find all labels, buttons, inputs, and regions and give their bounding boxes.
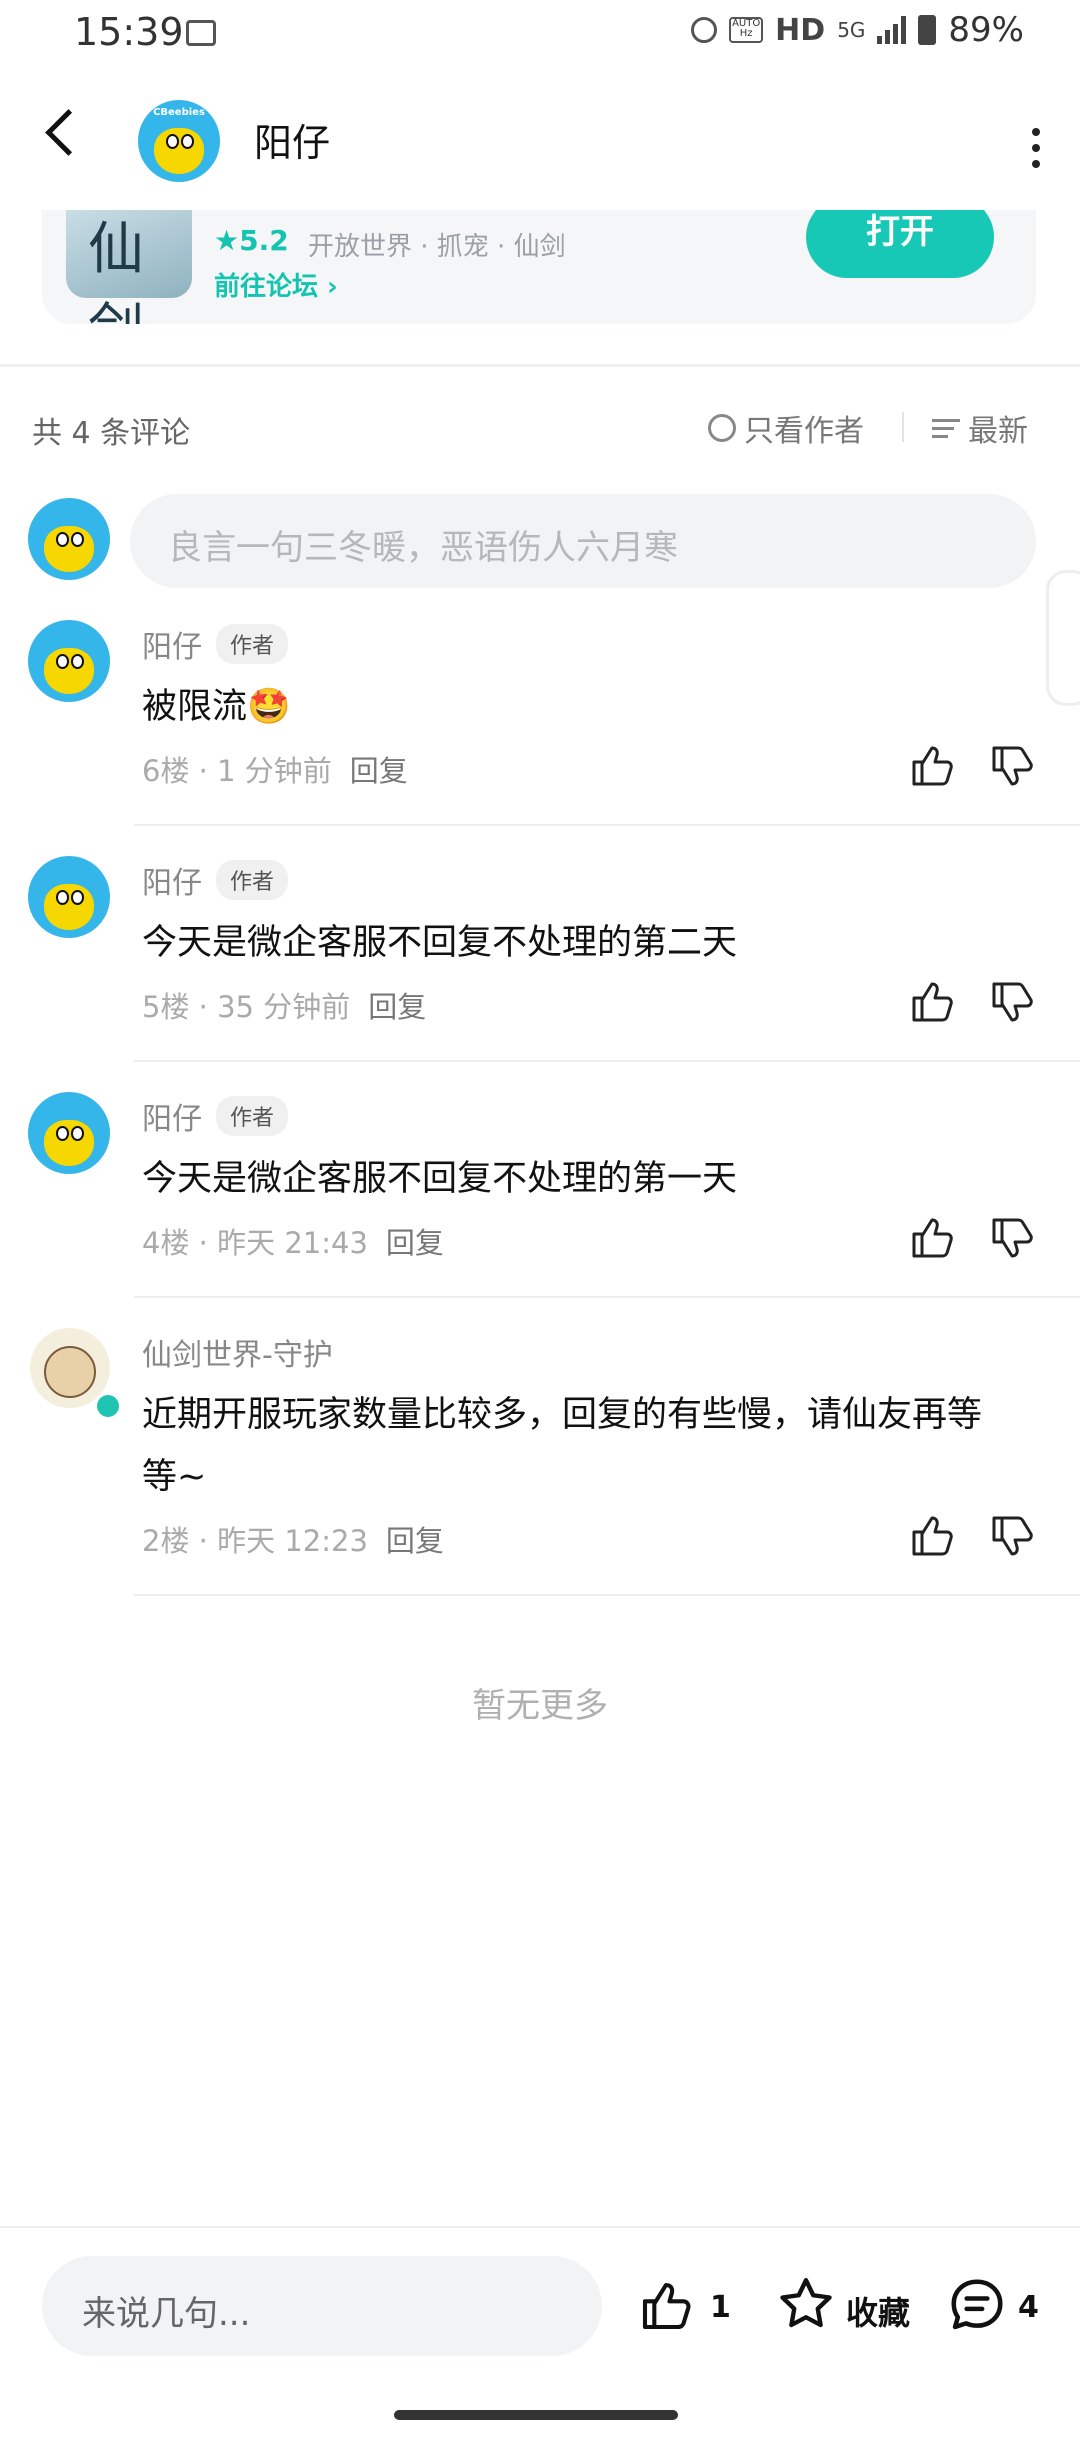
only-author-toggle[interactable]: 只看作者 xyxy=(708,406,864,450)
comment-text: 今天是微企客服不回复不处理的第二天 xyxy=(142,923,738,963)
comment-meta: 2楼 · 昨天 12:23 回复 xyxy=(142,1518,444,1560)
reply-button[interactable]: 回复 xyxy=(386,1220,444,1262)
comment-text: 被限流🤩 xyxy=(142,687,291,727)
bottom-input-placeholder: 来说几句... xyxy=(82,2294,251,2334)
refresh-rate-icon: AUTO Hz xyxy=(729,17,764,43)
sort-button[interactable]: 最新 xyxy=(932,406,1028,450)
thumbs-down-icon[interactable] xyxy=(988,742,1036,790)
like-count: 1 xyxy=(710,2290,731,2325)
my-avatar xyxy=(28,498,110,580)
comment-meta: 6楼 · 1 分钟前 回复 xyxy=(142,748,408,790)
commenter-avatar[interactable] xyxy=(28,620,110,702)
status-bar: 15:39 AUTO Hz HD 5G 89% xyxy=(0,0,1080,70)
side-handle[interactable] xyxy=(1046,570,1080,706)
comment-count: 共 4 条评论 xyxy=(32,416,191,451)
alarm-icon xyxy=(691,17,718,43)
commenter-name[interactable]: 阳仔 xyxy=(142,858,202,902)
app-tags: 开放世界 · 抓宠 · 仙剑 xyxy=(308,232,566,262)
image-icon xyxy=(186,20,216,46)
home-indicator[interactable] xyxy=(394,2410,678,2420)
avatar-text: CBeebies xyxy=(153,106,205,118)
battery-icon xyxy=(918,15,937,45)
comment-header: 阳仔 作者 xyxy=(142,858,289,902)
comment-divider xyxy=(134,1594,1080,1596)
comment-text-line1: 近期开服玩家数量比较多，回复的有些慢，请仙友再等 xyxy=(142,1395,983,1435)
hd-indicator: HD xyxy=(775,12,826,48)
battery-percent: 89% xyxy=(948,10,1024,50)
author-badge: 作者 xyxy=(216,1096,289,1136)
thumbs-up-icon[interactable] xyxy=(908,1512,956,1560)
sort-label: 最新 xyxy=(968,414,1028,449)
comment-floor-time: 5楼 · 35 分钟前 xyxy=(142,990,351,1024)
comment-meta: 4楼 · 昨天 21:43 回复 xyxy=(142,1220,444,1262)
comment-header: 仙剑世界-守护 xyxy=(142,1330,333,1374)
comment-divider xyxy=(134,824,1080,826)
commenter-name[interactable]: 阳仔 xyxy=(142,1094,202,1138)
comment-divider xyxy=(134,1296,1080,1298)
commenter-name[interactable]: 仙剑世界-守护 xyxy=(142,1338,333,1373)
comment-divider xyxy=(134,1060,1080,1062)
favorite-label[interactable]: 收藏 xyxy=(846,2288,910,2334)
top-header: CBeebies 阳仔 xyxy=(0,70,1080,210)
thumbs-down-icon[interactable] xyxy=(988,978,1036,1026)
back-icon[interactable] xyxy=(45,109,92,156)
commenter-avatar[interactable] xyxy=(28,856,110,938)
no-more-label: 暂无更多 xyxy=(472,1686,608,1726)
app-rating: ★5.2 xyxy=(214,224,289,257)
thumbs-down-icon[interactable] xyxy=(988,1214,1036,1262)
bottom-divider xyxy=(0,2226,1080,2228)
author-badge: 作者 xyxy=(216,860,289,900)
status-right: AUTO Hz HD 5G 89% xyxy=(691,10,1024,50)
divider xyxy=(902,412,904,442)
comment-text: 今天是微企客服不回复不处理的第一天 xyxy=(142,1159,738,1199)
comment-icon[interactable] xyxy=(946,2274,1008,2336)
thumbs-up-icon[interactable] xyxy=(908,1214,956,1262)
comment-input-placeholder: 良言一句三冬暖，恶语伤人六月寒 xyxy=(168,528,678,568)
reply-button[interactable]: 回复 xyxy=(368,984,426,1026)
comment-floor-time: 4楼 · 昨天 21:43 xyxy=(142,1226,368,1260)
page-title: 阳仔 xyxy=(254,121,331,165)
thumbs-down-icon[interactable] xyxy=(988,1512,1036,1560)
network-indicator: 5G xyxy=(837,18,866,42)
sort-icon xyxy=(932,414,960,443)
comment-floor-time: 6楼 · 1 分钟前 xyxy=(142,754,332,788)
verified-icon xyxy=(94,1392,122,1420)
reply-button[interactable]: 回复 xyxy=(350,748,408,790)
more-icon[interactable] xyxy=(1032,128,1040,176)
reply-button[interactable]: 回复 xyxy=(386,1518,444,1560)
star-icon[interactable] xyxy=(776,2274,836,2334)
comment-count-bottom: 4 xyxy=(1018,2290,1039,2325)
commenter-name[interactable]: 阳仔 xyxy=(142,622,202,666)
signal-icon xyxy=(877,16,907,44)
forum-link[interactable]: 前往论坛 › xyxy=(214,266,338,303)
thumbs-up-icon[interactable] xyxy=(638,2278,694,2334)
commenter-avatar[interactable] xyxy=(28,1092,110,1174)
circle-icon xyxy=(708,414,736,442)
author-badge: 作者 xyxy=(216,624,289,664)
comment-text-line2: 等~ xyxy=(142,1457,207,1497)
comment-floor-time: 2楼 · 昨天 12:23 xyxy=(142,1524,368,1558)
comment-header: 阳仔 作者 xyxy=(142,622,289,666)
status-time: 15:39 xyxy=(74,10,184,54)
app-card[interactable]: 仙剑 ★5.2 开放世界 · 抓宠 · 仙剑 前往论坛 › 打开 xyxy=(42,196,1036,324)
app-icon-text: 仙剑 xyxy=(88,217,144,324)
thumbs-up-icon[interactable] xyxy=(908,742,956,790)
comment-header: 阳仔 作者 xyxy=(142,1094,289,1138)
section-divider xyxy=(0,364,1080,367)
app-icon[interactable]: 仙剑 xyxy=(66,196,192,324)
thumbs-up-icon[interactable] xyxy=(908,978,956,1026)
only-author-label: 只看作者 xyxy=(744,414,864,449)
avatar[interactable]: CBeebies xyxy=(138,100,220,182)
comment-meta: 5楼 · 35 分钟前 回复 xyxy=(142,984,426,1026)
